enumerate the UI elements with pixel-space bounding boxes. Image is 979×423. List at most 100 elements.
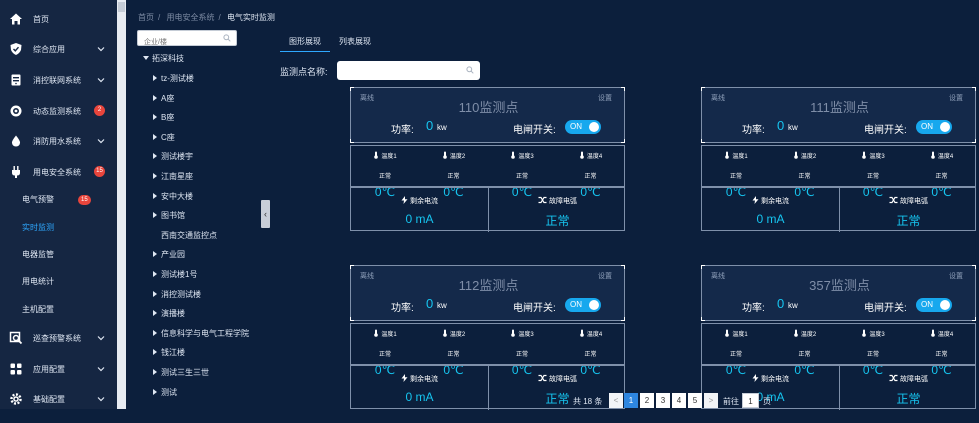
power-value: 0 [777, 118, 785, 133]
tree-node[interactable]: A座 [153, 93, 175, 104]
power-unit: kw [788, 301, 798, 310]
tree-node[interactable]: 消控测试楼 [153, 289, 201, 300]
switch-knob [940, 300, 950, 310]
breadcrumb-system[interactable]: 用电安全系统 [166, 13, 214, 22]
tree-node[interactable]: 测试三生三世 [153, 367, 209, 378]
power-switch-toggle[interactable]: ON [916, 298, 952, 312]
switch-knob [589, 122, 599, 132]
sub-item-label: 主机配置 [22, 305, 54, 314]
nav-item-patrol[interactable]: 巡查预警系统 [0, 323, 117, 353]
tree-node-root[interactable]: 拓深科技 [143, 53, 184, 64]
residual-current-value: 0 mA [405, 212, 434, 226]
page-button[interactable]: 4 [672, 393, 686, 408]
search-icon[interactable] [223, 34, 231, 42]
corner-mark [350, 317, 354, 321]
pagination-total: 共 18 条 [573, 397, 603, 406]
temperature-cell: 温度1 正常 0℃ [702, 146, 770, 199]
corner-mark [972, 139, 976, 143]
tree-node[interactable]: 安中大楼 [153, 191, 193, 202]
nav-item-water[interactable]: 消防用水系统 [0, 126, 117, 156]
power-switch-toggle[interactable]: ON [565, 120, 601, 134]
temperature-label-text: 温度4 [937, 332, 954, 338]
tree-node[interactable]: 产业园 [153, 249, 185, 260]
corner-mark [621, 87, 625, 91]
next-page-button[interactable]: > [704, 393, 718, 408]
page-button[interactable]: 1 [624, 393, 638, 408]
nav-item-app-config[interactable]: 应用配置 [0, 354, 117, 384]
temperature-label: 温度4 [908, 151, 976, 160]
scrollbar-thumb[interactable] [118, 2, 125, 12]
corner-mark [972, 87, 976, 91]
breadcrumb: 首页 / 用电安全系统 / 电气实时监测 [138, 12, 279, 23]
collapse-tree-button[interactable]: ‹ [261, 200, 270, 228]
thermometer-icon [580, 151, 584, 159]
current-row: 剩余电流 0 mA 故障电弧 正常 [701, 187, 976, 232]
tree-node[interactable]: 测试楼宇 [153, 151, 193, 162]
lightning-icon [401, 374, 408, 382]
tree-node-label: 测试楼1号 [161, 270, 198, 279]
caret-right-icon [153, 271, 157, 277]
temperature-status: 正常 [447, 352, 460, 358]
sub-item-appliance[interactable]: 电器监管 [0, 243, 117, 267]
page-button[interactable]: 2 [640, 393, 654, 408]
caret-right-icon [153, 114, 157, 121]
tab-list-view[interactable]: 列表展现 [339, 36, 371, 47]
magnifier-icon [9, 331, 23, 345]
power-switch-toggle[interactable]: ON [565, 298, 601, 312]
tree-node[interactable]: 演播楼 [153, 308, 185, 319]
caret-right-icon [153, 75, 157, 81]
tree-node[interactable]: 江南星座 [153, 171, 193, 182]
sub-item-realtime[interactable]: 实时监测 [0, 216, 117, 240]
sidebar: 首页 综合应用 消控联网系统 动态监测系统 2 消防用水系统 用电安全系统 15… [0, 0, 117, 409]
temperature-label-text: 温度1 [381, 332, 397, 338]
thermometer-icon [511, 151, 516, 159]
residual-current-label: 剩余电流 [351, 196, 488, 206]
sub-item-electric-warning[interactable]: 电气预警 15 [0, 188, 117, 212]
tree-node[interactable]: tz-测试楼 [153, 73, 194, 84]
goto-page-input[interactable]: 1 [742, 393, 759, 408]
thermometer-icon [862, 329, 867, 337]
page-button[interactable]: 5 [688, 393, 702, 408]
chevron-down-icon [97, 139, 105, 144]
nav-item-base-config[interactable]: 基础配置 [0, 384, 117, 409]
tree-node[interactable]: 图书馆 [153, 210, 185, 221]
caret-right-icon [153, 173, 157, 179]
monitor-point-card: 离线 设置 111监测点 功率: 0 kw 电闸开关: ON 温度1 正常 0℃ 温度2 正常 0℃ 温度3… [701, 87, 976, 245]
tree-node[interactable]: 信息科学与电气工程学院 [153, 328, 249, 339]
tree-node-label: 产业园 [161, 250, 185, 260]
nav-item-home[interactable]: 首页 [0, 4, 117, 34]
tree-node-label: 图书馆 [161, 211, 185, 221]
page-button[interactable]: 3 [656, 393, 670, 408]
prev-page-button[interactable]: < [609, 393, 623, 408]
tree-node[interactable]: 测试 [153, 387, 177, 398]
nav-item-electric[interactable]: 用电安全系统 15 [0, 157, 117, 187]
arc-fault-label: 故障电弧 [840, 374, 977, 384]
monitor-point-card: 离线 设置 110监测点 功率: 0 kw 电闸开关: ON 温度1 正常 0℃ 温度2 正常 0℃ 温度3… [350, 87, 625, 245]
sidebar-scrollbar[interactable] [117, 0, 126, 409]
radar-icon [10, 105, 22, 117]
power-switch-toggle[interactable]: ON [916, 120, 952, 134]
temperature-row: 温度1 正常 0℃ 温度2 正常 0℃ 温度3 正常 0℃ 温度4 正常 0℃ [350, 323, 625, 377]
sub-item-host-config[interactable]: 主机配置 [0, 298, 117, 322]
tree-node-label: A座 [161, 93, 175, 103]
sub-item-statistics[interactable]: 用电统计 [0, 270, 117, 294]
breadcrumb-home[interactable]: 首页 [138, 13, 154, 22]
nav-item-dynamic[interactable]: 动态监测系统 2 [0, 96, 117, 126]
residual-current-label: 剩余电流 [702, 196, 839, 206]
nav-item-integrated[interactable]: 综合应用 [0, 34, 117, 64]
search-icon[interactable] [466, 66, 474, 74]
tree-node[interactable]: 测试楼1号 [153, 269, 198, 280]
tree-node[interactable]: B座 [153, 112, 174, 123]
tree-search-input[interactable] [138, 35, 218, 50]
tree-node[interactable]: 西南交通监控点 [161, 230, 217, 241]
tree-node[interactable]: C座 [153, 132, 175, 143]
temperature-cell: 温度1 正常 0℃ [351, 324, 419, 377]
tree-node[interactable]: 钱江楼 [153, 347, 185, 358]
nav-item-fire-net[interactable]: 消控联网系统 [0, 65, 117, 95]
tree-node-label: 演播楼 [161, 309, 185, 319]
residual-current-label-text: 剩余电流 [410, 198, 438, 205]
thermometer-icon [725, 329, 730, 337]
point-search-input[interactable] [337, 62, 457, 81]
tab-graphic-view[interactable]: 图形展现 [289, 36, 321, 47]
residual-current-value: 0 mA [756, 212, 785, 226]
